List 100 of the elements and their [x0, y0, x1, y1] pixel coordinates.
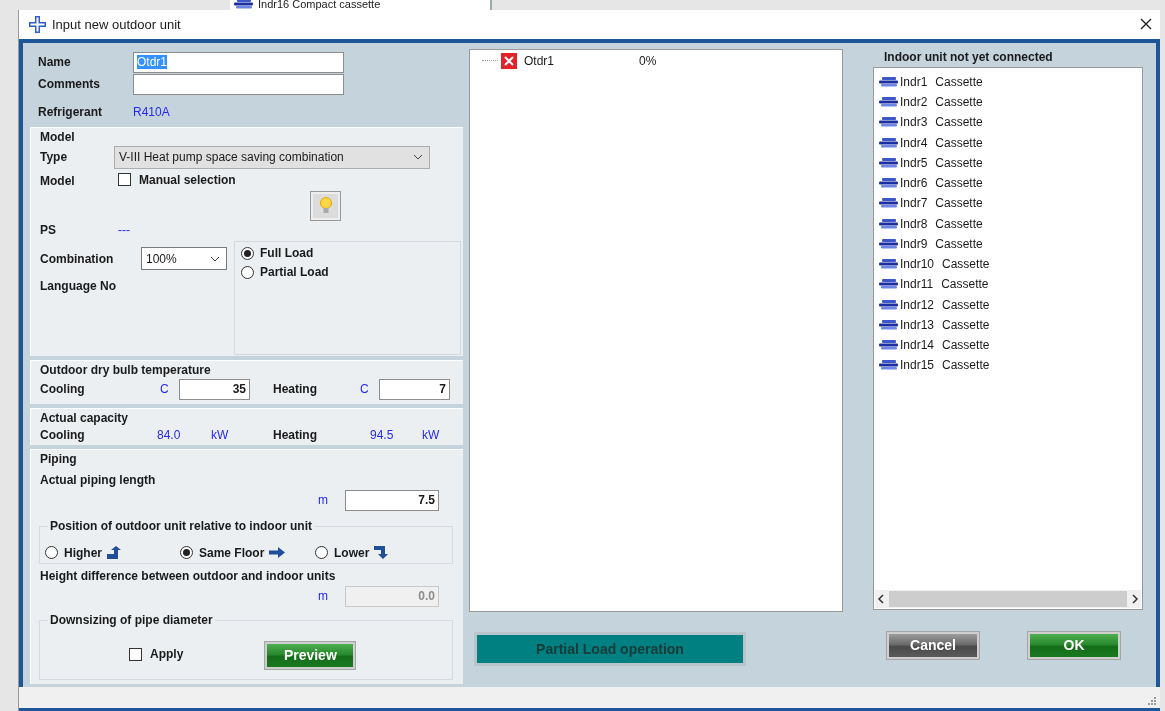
section-title: Model [39, 129, 76, 144]
unit-id[interactable]: Indr1 [900, 74, 928, 89]
field-label: Heating [273, 426, 318, 444]
caret-icon [413, 154, 423, 161]
unit-label: C [159, 382, 170, 397]
resize-grip-icon [1146, 695, 1156, 705]
indoor-unit-icon [879, 259, 899, 270]
field-label: Type [40, 150, 69, 165]
plus-cross-icon [29, 15, 46, 33]
step-down-arrow-icon [374, 546, 391, 560]
group-title: Downsizing of pipe diameter [48, 612, 215, 627]
unit-type: Cassette [935, 95, 983, 110]
unit-id[interactable]: Indr9 [900, 236, 928, 251]
preview-button[interactable]: Preview [265, 641, 356, 669]
caret-icon [210, 255, 220, 262]
type-dropdown[interactable]: V-III Heat pump space saving combination [114, 145, 430, 169]
window-title: Input new outdoor unit [52, 16, 182, 32]
indoor-unit-icon [879, 157, 899, 168]
unit-id[interactable]: Indr14 [900, 338, 935, 353]
list-title: Indoor unit not yet connected [883, 48, 1054, 66]
field-label: Cooling [40, 426, 86, 444]
field-label: Refrigerant [38, 103, 103, 121]
unit-type: Cassette [935, 216, 983, 231]
tree-node-label[interactable]: Otdr1 [524, 53, 636, 68]
unit-id[interactable]: Indr4 [900, 135, 928, 150]
field-label: Model [40, 174, 76, 189]
indoor-unit-icon [879, 340, 899, 351]
checkbox[interactable]: Manual selection [118, 172, 236, 187]
indoor-unit-icon [879, 178, 899, 189]
unit-label: m [318, 589, 328, 604]
indoor-unit-icon [879, 137, 899, 148]
checkbox[interactable]: Apply [129, 647, 184, 662]
unit-id[interactable]: Indr8 [900, 216, 928, 231]
cancel-button[interactable]: Cancel [887, 631, 979, 659]
right-arrow-icon [269, 547, 286, 559]
field-label: Cooling [40, 382, 86, 397]
unit-type: Cassette [941, 277, 989, 292]
step-up-arrow-icon [107, 546, 123, 560]
field-label: PS [40, 223, 57, 238]
indoor-unit-icon [879, 97, 899, 108]
indoor-unit-icon [879, 198, 899, 209]
unit-id[interactable]: Indr2 [900, 95, 928, 110]
unit-type: Cassette [935, 196, 983, 211]
unit-id[interactable]: Indr11 [900, 277, 934, 292]
radio-button[interactable]: Lower [315, 545, 370, 560]
section-title: Actual capacity [39, 410, 130, 425]
unit-label: C [359, 382, 370, 397]
field-label: Name [38, 53, 72, 71]
unit-id[interactable]: Indr7 [900, 196, 928, 211]
indoor-unit-icon [879, 360, 899, 371]
unit-id[interactable]: Indr15 [900, 358, 935, 373]
refrigerant-value: R410A [133, 103, 171, 121]
horizontal-scrollbar[interactable] [875, 589, 1141, 608]
scroll-right-icon[interactable] [1129, 593, 1141, 604]
comments-field[interactable] [133, 73, 344, 95]
load-percentage: 0% [639, 53, 657, 68]
unit-type: Cassette [942, 317, 990, 332]
close-icon[interactable] [1140, 18, 1152, 31]
unit-type: Cassette [935, 135, 983, 150]
indoor-unit-icon [879, 238, 899, 249]
section-title: Outdoor dry bulb temperature [39, 362, 212, 377]
heating-temperature-field[interactable]: 7 [379, 378, 450, 400]
unit-label: m [318, 493, 328, 508]
unit-type: Cassette [935, 236, 983, 251]
unit-id[interactable]: Indr3 [900, 115, 928, 130]
unit-type: Cassette [935, 115, 983, 130]
error-x-icon [501, 52, 517, 69]
capacity-value: 94.5 [370, 426, 395, 444]
field-label: Combination [40, 251, 115, 266]
indoor-unit-icon [879, 319, 899, 330]
light-bulb-icon [319, 197, 332, 216]
indoor-unit-icon [879, 299, 899, 310]
indoor-unit-icon [879, 76, 899, 87]
capacity-value: 84.0 [157, 426, 182, 444]
cooling-temperature-field[interactable]: 35 [179, 378, 250, 400]
radio-button[interactable]: Full Load [241, 246, 314, 261]
indoor-unit-icon [879, 279, 899, 290]
unit-id[interactable]: Indr13 [900, 317, 935, 332]
group-title: Position of outdoor unit relative to indoor unit [48, 518, 314, 533]
unit-id[interactable]: Indr10 [900, 257, 935, 272]
piping-length-field[interactable]: 7.5 [345, 489, 439, 511]
unit-type: Cassette [942, 257, 990, 272]
radio-button[interactable]: Same Floor [180, 545, 265, 560]
unit-id[interactable]: Indr6 [900, 176, 928, 191]
unit-type: Cassette [942, 338, 990, 353]
unit-id[interactable]: Indr5 [900, 155, 928, 170]
unit-type: Cassette [935, 74, 983, 89]
radio-button[interactable]: Higher [45, 545, 102, 560]
scroll-left-icon[interactable] [875, 593, 887, 604]
radio-button[interactable]: Partial Load [241, 265, 329, 280]
unit-id[interactable]: Indr12 [900, 297, 935, 312]
ok-button[interactable]: OK [1028, 631, 1120, 659]
field-label: Comments [38, 75, 101, 93]
indoor-unit-icon [879, 117, 899, 128]
unit-type: Cassette [935, 155, 983, 170]
field-label: Heating [273, 382, 318, 397]
unit-type: Cassette [942, 358, 990, 373]
unit-type: Cassette [935, 176, 983, 191]
indoor-unit-icon [234, 0, 254, 9]
combination-dropdown[interactable]: 100% [141, 247, 227, 271]
